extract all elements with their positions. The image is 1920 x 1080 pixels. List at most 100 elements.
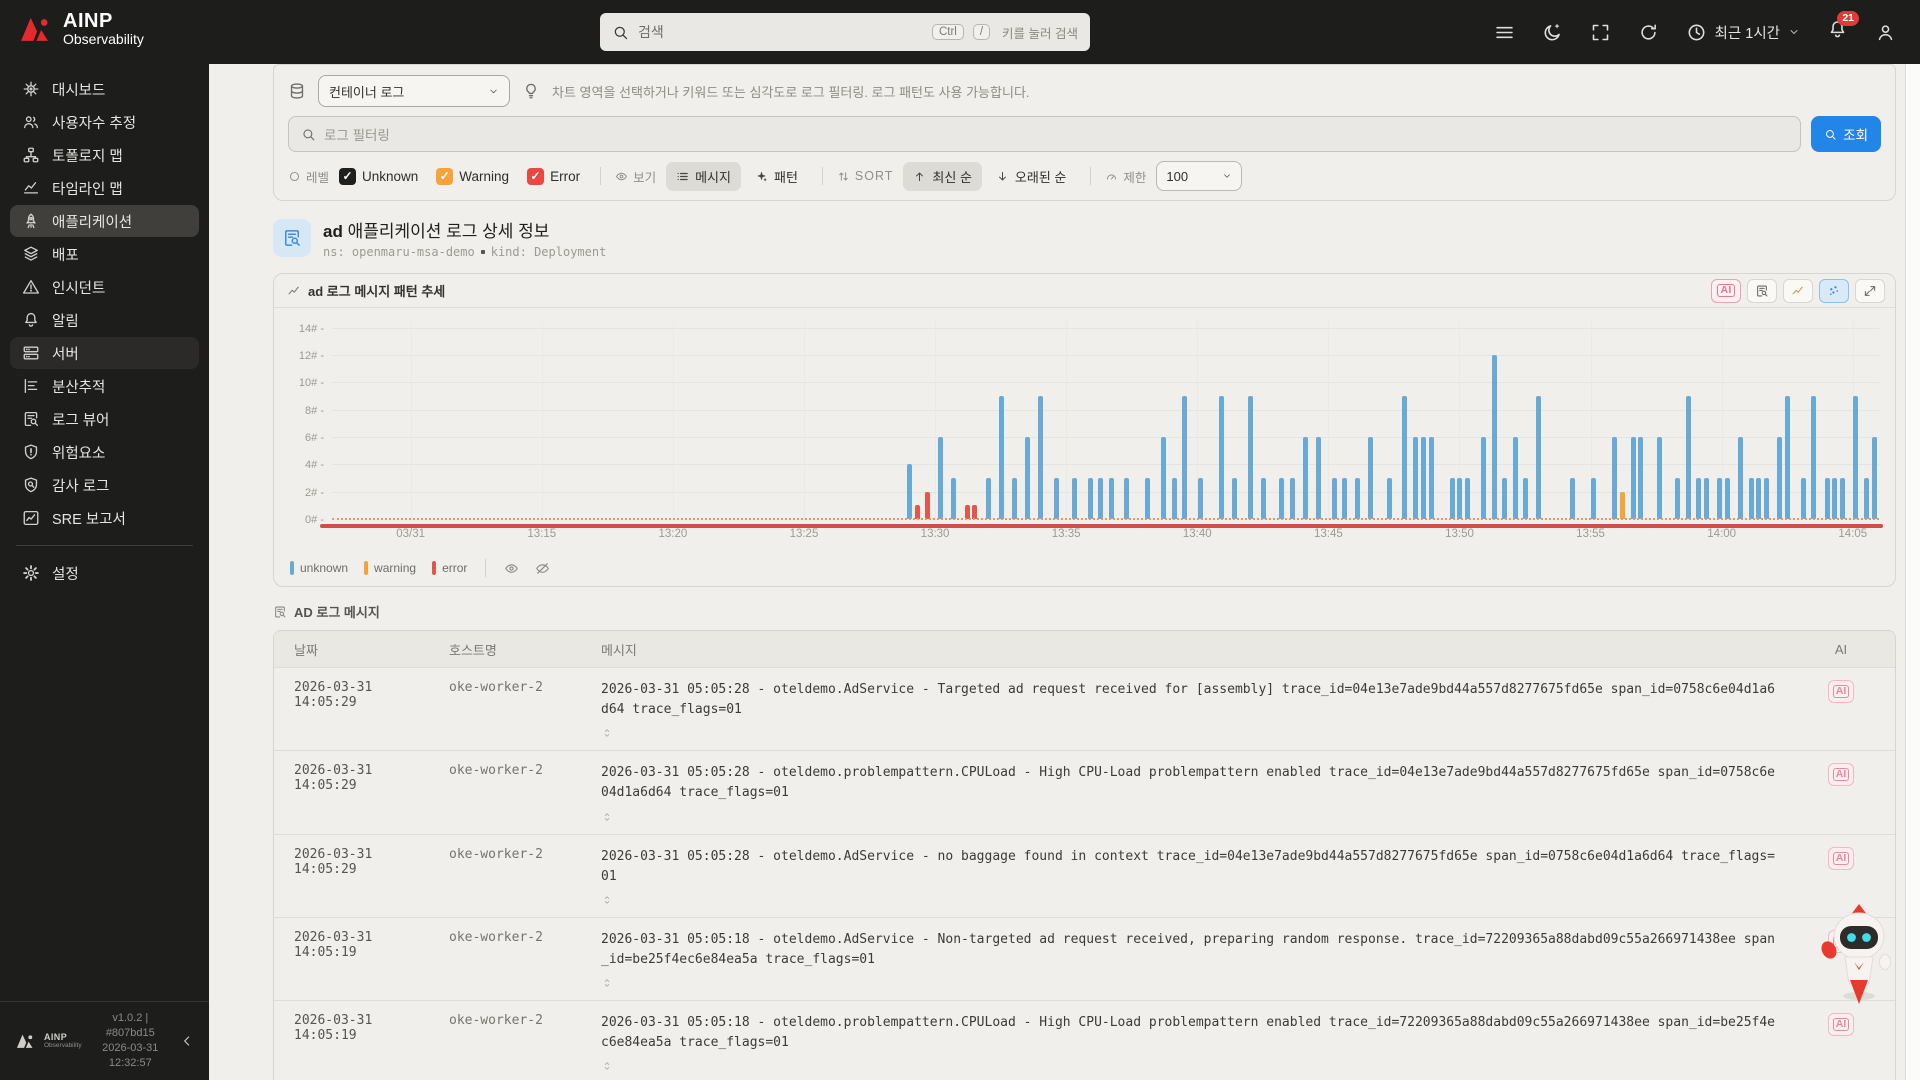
chart-bar-unknown[interactable]: [1302, 437, 1308, 519]
sidebar-item-13[interactable]: SRE 보고서: [10, 502, 199, 534]
chart-bar-unknown[interactable]: [1717, 478, 1723, 519]
notifications-button[interactable]: 21: [1827, 11, 1859, 45]
sidebar-item-9[interactable]: 분산추적: [10, 370, 199, 402]
chart-bar-error[interactable]: [925, 491, 931, 519]
legend-hide-all-icon[interactable]: [535, 561, 550, 576]
chart-bar-unknown[interactable]: [1638, 437, 1644, 519]
legend-item-error[interactable]: error: [432, 561, 467, 575]
ai-analyze-button[interactable]: AI: [1828, 680, 1854, 703]
chart-bar-unknown[interactable]: [1512, 437, 1518, 519]
chart-bar-unknown[interactable]: [1182, 396, 1188, 519]
legend-show-all-icon[interactable]: [504, 561, 519, 576]
chart-bar-unknown[interactable]: [1087, 478, 1093, 519]
chart-bar-unknown[interactable]: [1756, 478, 1762, 519]
row-expander-icon[interactable]: [601, 724, 613, 742]
chart-bar-unknown[interactable]: [1024, 437, 1030, 519]
chart-bar-error[interactable]: [914, 505, 920, 519]
chart-bar-unknown[interactable]: [1108, 478, 1114, 519]
ai-analyze-button[interactable]: AI: [1828, 1013, 1854, 1037]
row-expander-icon[interactable]: [601, 1057, 613, 1075]
table-row[interactable]: 2026-03-31 14:05:19 oke-worker-2 2026-03-3…: [274, 1000, 1895, 1080]
chart-bar-unknown[interactable]: [1863, 478, 1869, 519]
chart-bar-unknown[interactable]: [1053, 478, 1059, 519]
chart-bar-unknown[interactable]: [1386, 478, 1392, 519]
chart-bar-unknown[interactable]: [1800, 478, 1806, 519]
chart-bar-unknown[interactable]: [1675, 478, 1681, 519]
chart-bar-unknown[interactable]: [1591, 478, 1597, 519]
chart-bar-unknown[interactable]: [1402, 396, 1408, 519]
sidebar-item-4[interactable]: 애플리케이션: [10, 205, 199, 237]
chart-bar-unknown[interactable]: [1832, 478, 1838, 519]
dark-mode-icon[interactable]: [1542, 22, 1563, 43]
chart-bar-unknown[interactable]: [1289, 478, 1295, 519]
chart-bar-unknown[interactable]: [1098, 478, 1104, 519]
chart-bar-unknown[interactable]: [1764, 478, 1770, 519]
chart-bar-unknown[interactable]: [1368, 437, 1374, 519]
chart-bar-unknown[interactable]: [1656, 437, 1662, 519]
legend-item-warning[interactable]: warning: [364, 561, 416, 575]
chart-bar-unknown[interactable]: [1724, 478, 1730, 519]
chart-bar-unknown[interactable]: [1523, 478, 1529, 519]
bar-chart-plot[interactable]: 0# - 2# - 4# - 6# - 8# - 10# - 12# - 14# -: [299, 322, 1883, 528]
chart-bar-unknown[interactable]: [1145, 478, 1151, 519]
chart-bar-unknown[interactable]: [1449, 478, 1455, 519]
chart-bar-unknown[interactable]: [1412, 437, 1418, 519]
sort-option-unselected[interactable]: 오래된 순: [986, 162, 1076, 191]
table-row[interactable]: 2026-03-31 14:05:29 oke-worker-2 2026-03-3…: [274, 833, 1895, 917]
menu-icon[interactable]: [1494, 22, 1515, 43]
sidebar-item-12[interactable]: 감사 로그: [10, 469, 199, 501]
table-row[interactable]: 2026-03-31 14:05:29 oke-worker-2 2026-03-3…: [274, 667, 1895, 750]
sidebar-item-0[interactable]: 대시보드: [10, 73, 199, 105]
chart-bar-unknown[interactable]: [1161, 437, 1167, 519]
chart-bar-unknown[interactable]: [1231, 478, 1237, 519]
chart-bar-unknown[interactable]: [1502, 478, 1508, 519]
table-row[interactable]: 2026-03-31 14:05:29 oke-worker-2 2026-03-3…: [274, 750, 1895, 833]
log-filter-input[interactable]: 로그 필터링: [288, 116, 1802, 152]
row-expander-icon[interactable]: [601, 808, 613, 826]
log-view-button[interactable]: [1747, 278, 1777, 303]
level-checkbox-error[interactable]: ✓ Error: [527, 167, 580, 185]
level-checkbox-warning[interactable]: ✓ Warning: [436, 167, 509, 185]
chart-bar-unknown[interactable]: [951, 478, 957, 519]
chart-bar-unknown[interactable]: [1481, 437, 1487, 519]
sidebar-item-10[interactable]: 로그 뷰어: [10, 403, 199, 435]
sidebar-item-6[interactable]: 인시던트: [10, 271, 199, 303]
ai-analyze-button[interactable]: AI: [1828, 846, 1854, 870]
chart-bar-unknown[interactable]: [1685, 396, 1691, 519]
expand-chart-button[interactable]: [1855, 278, 1885, 303]
chart-bar-unknown[interactable]: [1536, 396, 1542, 519]
chart-bar-unknown[interactable]: [906, 464, 912, 519]
chart-bar-unknown[interactable]: [1465, 478, 1471, 519]
view-option-unselected[interactable]: 패턴: [745, 162, 808, 191]
chart-bar-warning[interactable]: [1620, 491, 1626, 519]
chart-bar-unknown[interactable]: [1840, 478, 1846, 519]
chart-bar-unknown[interactable]: [1260, 478, 1266, 519]
chart-bar-unknown[interactable]: [1570, 478, 1576, 519]
chart-bar-unknown[interactable]: [1197, 478, 1203, 519]
sidebar-item-11[interactable]: 위험요소: [10, 436, 199, 468]
chart-bar-unknown[interactable]: [1011, 478, 1017, 519]
sidebar-item-1[interactable]: 사용자수 추정: [10, 106, 199, 138]
chart-bar-unknown[interactable]: [1824, 478, 1830, 519]
legend-item-unknown[interactable]: unknown: [290, 561, 348, 575]
chart-bar-unknown[interactable]: [1811, 396, 1817, 519]
time-range-select[interactable]: 최근 1시간: [1686, 22, 1800, 43]
chart-bar-unknown[interactable]: [1124, 478, 1130, 519]
log-source-select[interactable]: 컨테이너 로그: [318, 75, 510, 107]
chart-bar-unknown[interactable]: [1428, 437, 1434, 519]
chart-bar-unknown[interactable]: [1342, 478, 1348, 519]
chart-bar-unknown[interactable]: [1315, 437, 1321, 519]
level-checkbox-unknown[interactable]: ✓ Unknown: [339, 167, 418, 185]
chart-bar-unknown[interactable]: [1247, 396, 1253, 519]
row-expander-icon[interactable]: [601, 974, 613, 992]
chart-bar-unknown[interactable]: [985, 478, 991, 519]
limit-input[interactable]: 100: [1156, 161, 1243, 191]
chart-bar-unknown[interactable]: [1777, 437, 1783, 519]
chart-bar-unknown[interactable]: [1871, 437, 1877, 519]
chart-bar-unknown[interactable]: [1331, 478, 1337, 519]
chart-bar-unknown[interactable]: [1420, 437, 1426, 519]
sidebar-item-8[interactable]: 서버: [10, 337, 199, 369]
query-button[interactable]: 조회: [1811, 116, 1881, 152]
chart-bar-unknown[interactable]: [1355, 478, 1361, 519]
table-row[interactable]: 2026-03-31 14:05:19 oke-worker-2 2026-03-3…: [274, 916, 1895, 1000]
